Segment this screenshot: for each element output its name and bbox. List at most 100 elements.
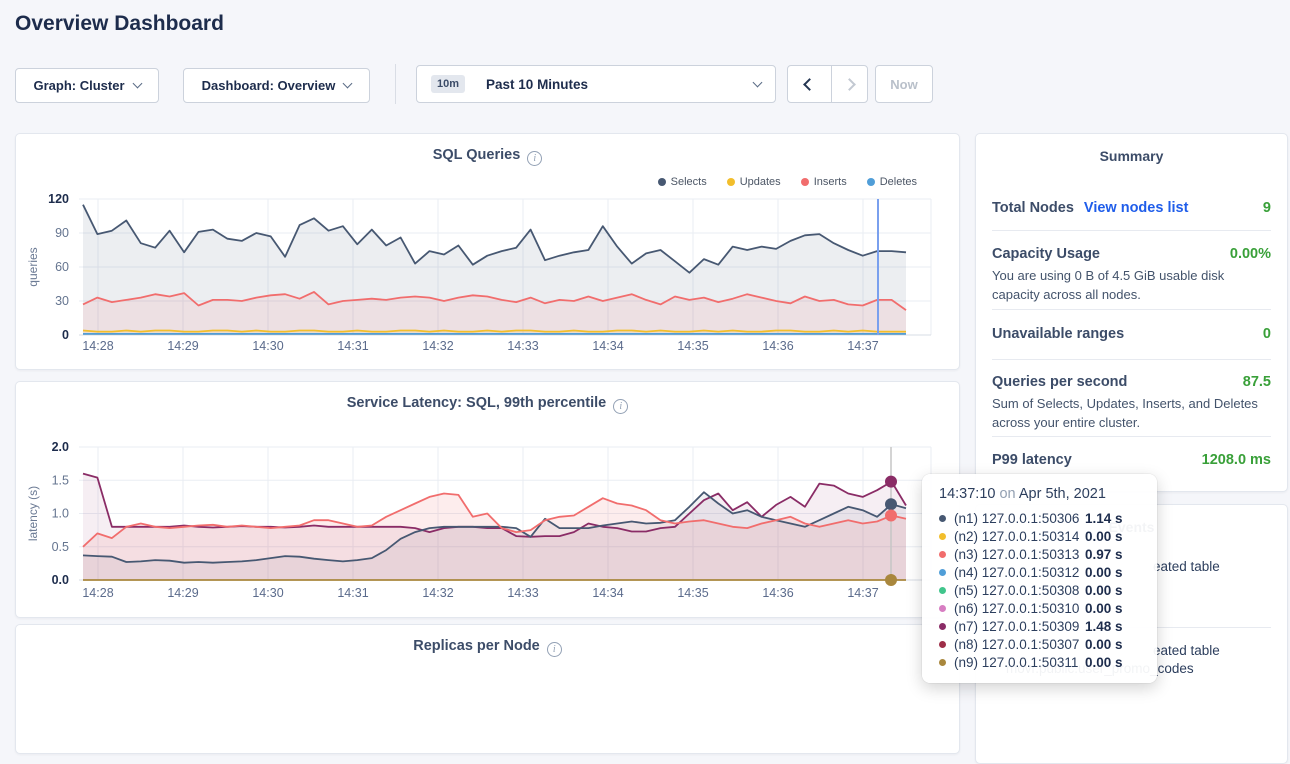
node-color-dot-icon [939, 641, 946, 648]
tooltip-row: (n3) 127.0.0.1:503130.97 s [939, 545, 1157, 563]
chevron-down-icon [343, 79, 353, 89]
svg-text:14:34: 14:34 [592, 586, 623, 600]
info-icon[interactable]: i [547, 642, 562, 657]
svg-text:0.0: 0.0 [52, 573, 69, 587]
svg-text:14:33: 14:33 [507, 339, 538, 353]
time-range-label: Past 10 Minutes [486, 77, 588, 92]
svg-text:14:32: 14:32 [422, 586, 453, 600]
svg-text:latency (s): latency (s) [26, 486, 40, 541]
summary-row-qps: Queries per second 87.5 [992, 374, 1271, 390]
summary-row-total-nodes: Total Nodes View nodes list 9 [992, 200, 1271, 216]
summary-row-p99: P99 latency 1208.0 ms [992, 452, 1271, 468]
tooltip-node-value: 0.00 s [1085, 565, 1123, 580]
svg-text:14:29: 14:29 [167, 586, 198, 600]
queries-per-second-label: Queries per second [992, 374, 1127, 390]
chart-hover-tooltip: 14:37:10 on Apr 5th, 2021 (n1) 127.0.0.1… [922, 474, 1157, 683]
svg-text:14:37: 14:37 [847, 586, 878, 600]
node-color-dot-icon [939, 551, 946, 558]
svg-text:0: 0 [62, 328, 69, 342]
service-latency-card: Service Latency: SQL, 99th percentilei 0… [15, 381, 960, 618]
node-color-dot-icon [939, 605, 946, 612]
event-item-fragment: eated table [1153, 559, 1220, 574]
svg-text:30: 30 [55, 294, 69, 308]
time-range-dropdown[interactable]: 10m Past 10 Minutes [416, 65, 776, 103]
tooltip-timestamp: 14:37:10 on Apr 5th, 2021 [939, 486, 1157, 502]
summary-divider [992, 230, 1271, 231]
tooltip-node-label: (n4) 127.0.0.1:50312 [954, 565, 1085, 580]
tooltip-node-value: 0.00 s [1085, 583, 1123, 598]
summary-divider [992, 309, 1271, 310]
p99-latency-label: P99 latency [992, 452, 1072, 468]
now-button[interactable]: Now [875, 65, 933, 103]
service-latency-chart[interactable]: 0.00.51.01.52.014:2814:2914:3014:3114:32… [16, 382, 961, 619]
total-nodes-value: 9 [1263, 200, 1271, 216]
page-title: Overview Dashboard [15, 12, 224, 36]
svg-text:120: 120 [48, 192, 69, 206]
tooltip-time: 14:37:10 [939, 486, 995, 502]
tooltip-date: Apr 5th, 2021 [1019, 486, 1106, 502]
node-color-dot-icon [939, 623, 946, 630]
tooltip-node-label: (n1) 127.0.0.1:50306 [954, 511, 1085, 526]
tooltip-row: (n5) 127.0.0.1:503080.00 s [939, 581, 1157, 599]
chevron-right-icon [843, 78, 856, 91]
svg-text:14:28: 14:28 [82, 339, 113, 353]
tooltip-node-label: (n5) 127.0.0.1:50308 [954, 583, 1085, 598]
event-item-fragment: eated table [1153, 643, 1220, 658]
svg-text:14:28: 14:28 [82, 586, 113, 600]
tooltip-node-label: (n6) 127.0.0.1:50310 [954, 601, 1085, 616]
svg-text:14:32: 14:32 [422, 339, 453, 353]
sql-queries-card: SQL Queriesi SelectsUpdatesInsertsDelete… [15, 133, 960, 370]
svg-text:14:35: 14:35 [677, 339, 708, 353]
node-color-dot-icon [939, 569, 946, 576]
queries-per-second-value: 87.5 [1243, 374, 1271, 390]
summary-title: Summary [976, 148, 1287, 164]
svg-text:14:34: 14:34 [592, 339, 623, 353]
overview-dashboard-page: { "page": { "title": "Overview Dashboard… [0, 0, 1290, 689]
tooltip-node-value: 0.00 s [1085, 529, 1123, 544]
time-forward-button[interactable] [831, 65, 868, 103]
summary-row-capacity: Capacity Usage 0.00% [992, 246, 1271, 262]
tooltip-node-value: 1.14 s [1085, 511, 1123, 526]
tooltip-row: (n4) 127.0.0.1:503120.00 s [939, 563, 1157, 581]
summary-divider [992, 436, 1271, 437]
svg-text:14:33: 14:33 [507, 586, 538, 600]
tooltip-node-label: (n3) 127.0.0.1:50313 [954, 547, 1085, 562]
tooltip-row: (n2) 127.0.0.1:503140.00 s [939, 527, 1157, 545]
tooltip-rows: (n1) 127.0.0.1:503061.14 s(n2) 127.0.0.1… [939, 509, 1157, 671]
capacity-usage-label: Capacity Usage [992, 246, 1100, 262]
replicas-per-node-title-text: Replicas per Node [413, 638, 540, 654]
svg-text:14:30: 14:30 [252, 339, 283, 353]
svg-text:14:31: 14:31 [337, 586, 368, 600]
tooltip-node-label: (n8) 127.0.0.1:50307 [954, 637, 1085, 652]
tooltip-node-label: (n7) 127.0.0.1:50309 [954, 619, 1085, 634]
svg-text:1.5: 1.5 [52, 473, 69, 487]
node-color-dot-icon [939, 515, 946, 522]
replicas-per-node-title: Replicas per Node i [16, 638, 959, 657]
dashboard-dropdown[interactable]: Dashboard: Overview [183, 68, 370, 103]
chevron-down-icon [132, 79, 142, 89]
node-color-dot-icon [939, 533, 946, 540]
tooltip-on: on [999, 486, 1015, 502]
svg-text:1.0: 1.0 [52, 507, 69, 521]
capacity-usage-value: 0.00% [1230, 246, 1271, 262]
svg-text:14:36: 14:36 [762, 339, 793, 353]
dashboard-dropdown-label: Dashboard: Overview [202, 78, 336, 93]
view-nodes-list-link[interactable]: View nodes list [1084, 200, 1189, 216]
unavailable-ranges-value: 0 [1263, 326, 1271, 342]
tooltip-row: (n7) 127.0.0.1:503091.48 s [939, 617, 1157, 635]
summary-row-unavailable: Unavailable ranges 0 [992, 326, 1271, 342]
svg-text:2.0: 2.0 [52, 440, 69, 454]
tooltip-node-value: 0.00 s [1085, 601, 1123, 616]
graph-dropdown-label: Graph: Cluster [33, 78, 124, 93]
sql-queries-chart[interactable]: 030609012014:2814:2914:3014:3114:3214:33… [16, 134, 961, 371]
tooltip-row: (n8) 127.0.0.1:503070.00 s [939, 635, 1157, 653]
svg-text:14:31: 14:31 [337, 339, 368, 353]
toolbar-divider [395, 64, 396, 104]
summary-panel: Summary Total Nodes View nodes list 9 Ca… [975, 133, 1288, 492]
svg-text:14:29: 14:29 [167, 339, 198, 353]
tooltip-node-label: (n9) 127.0.0.1:50311 [954, 655, 1085, 670]
tooltip-row: (n1) 127.0.0.1:503061.14 s [939, 509, 1157, 527]
graph-dropdown[interactable]: Graph: Cluster [15, 68, 159, 103]
tooltip-row: (n9) 127.0.0.1:503110.00 s [939, 653, 1157, 671]
time-back-button[interactable] [787, 65, 832, 103]
